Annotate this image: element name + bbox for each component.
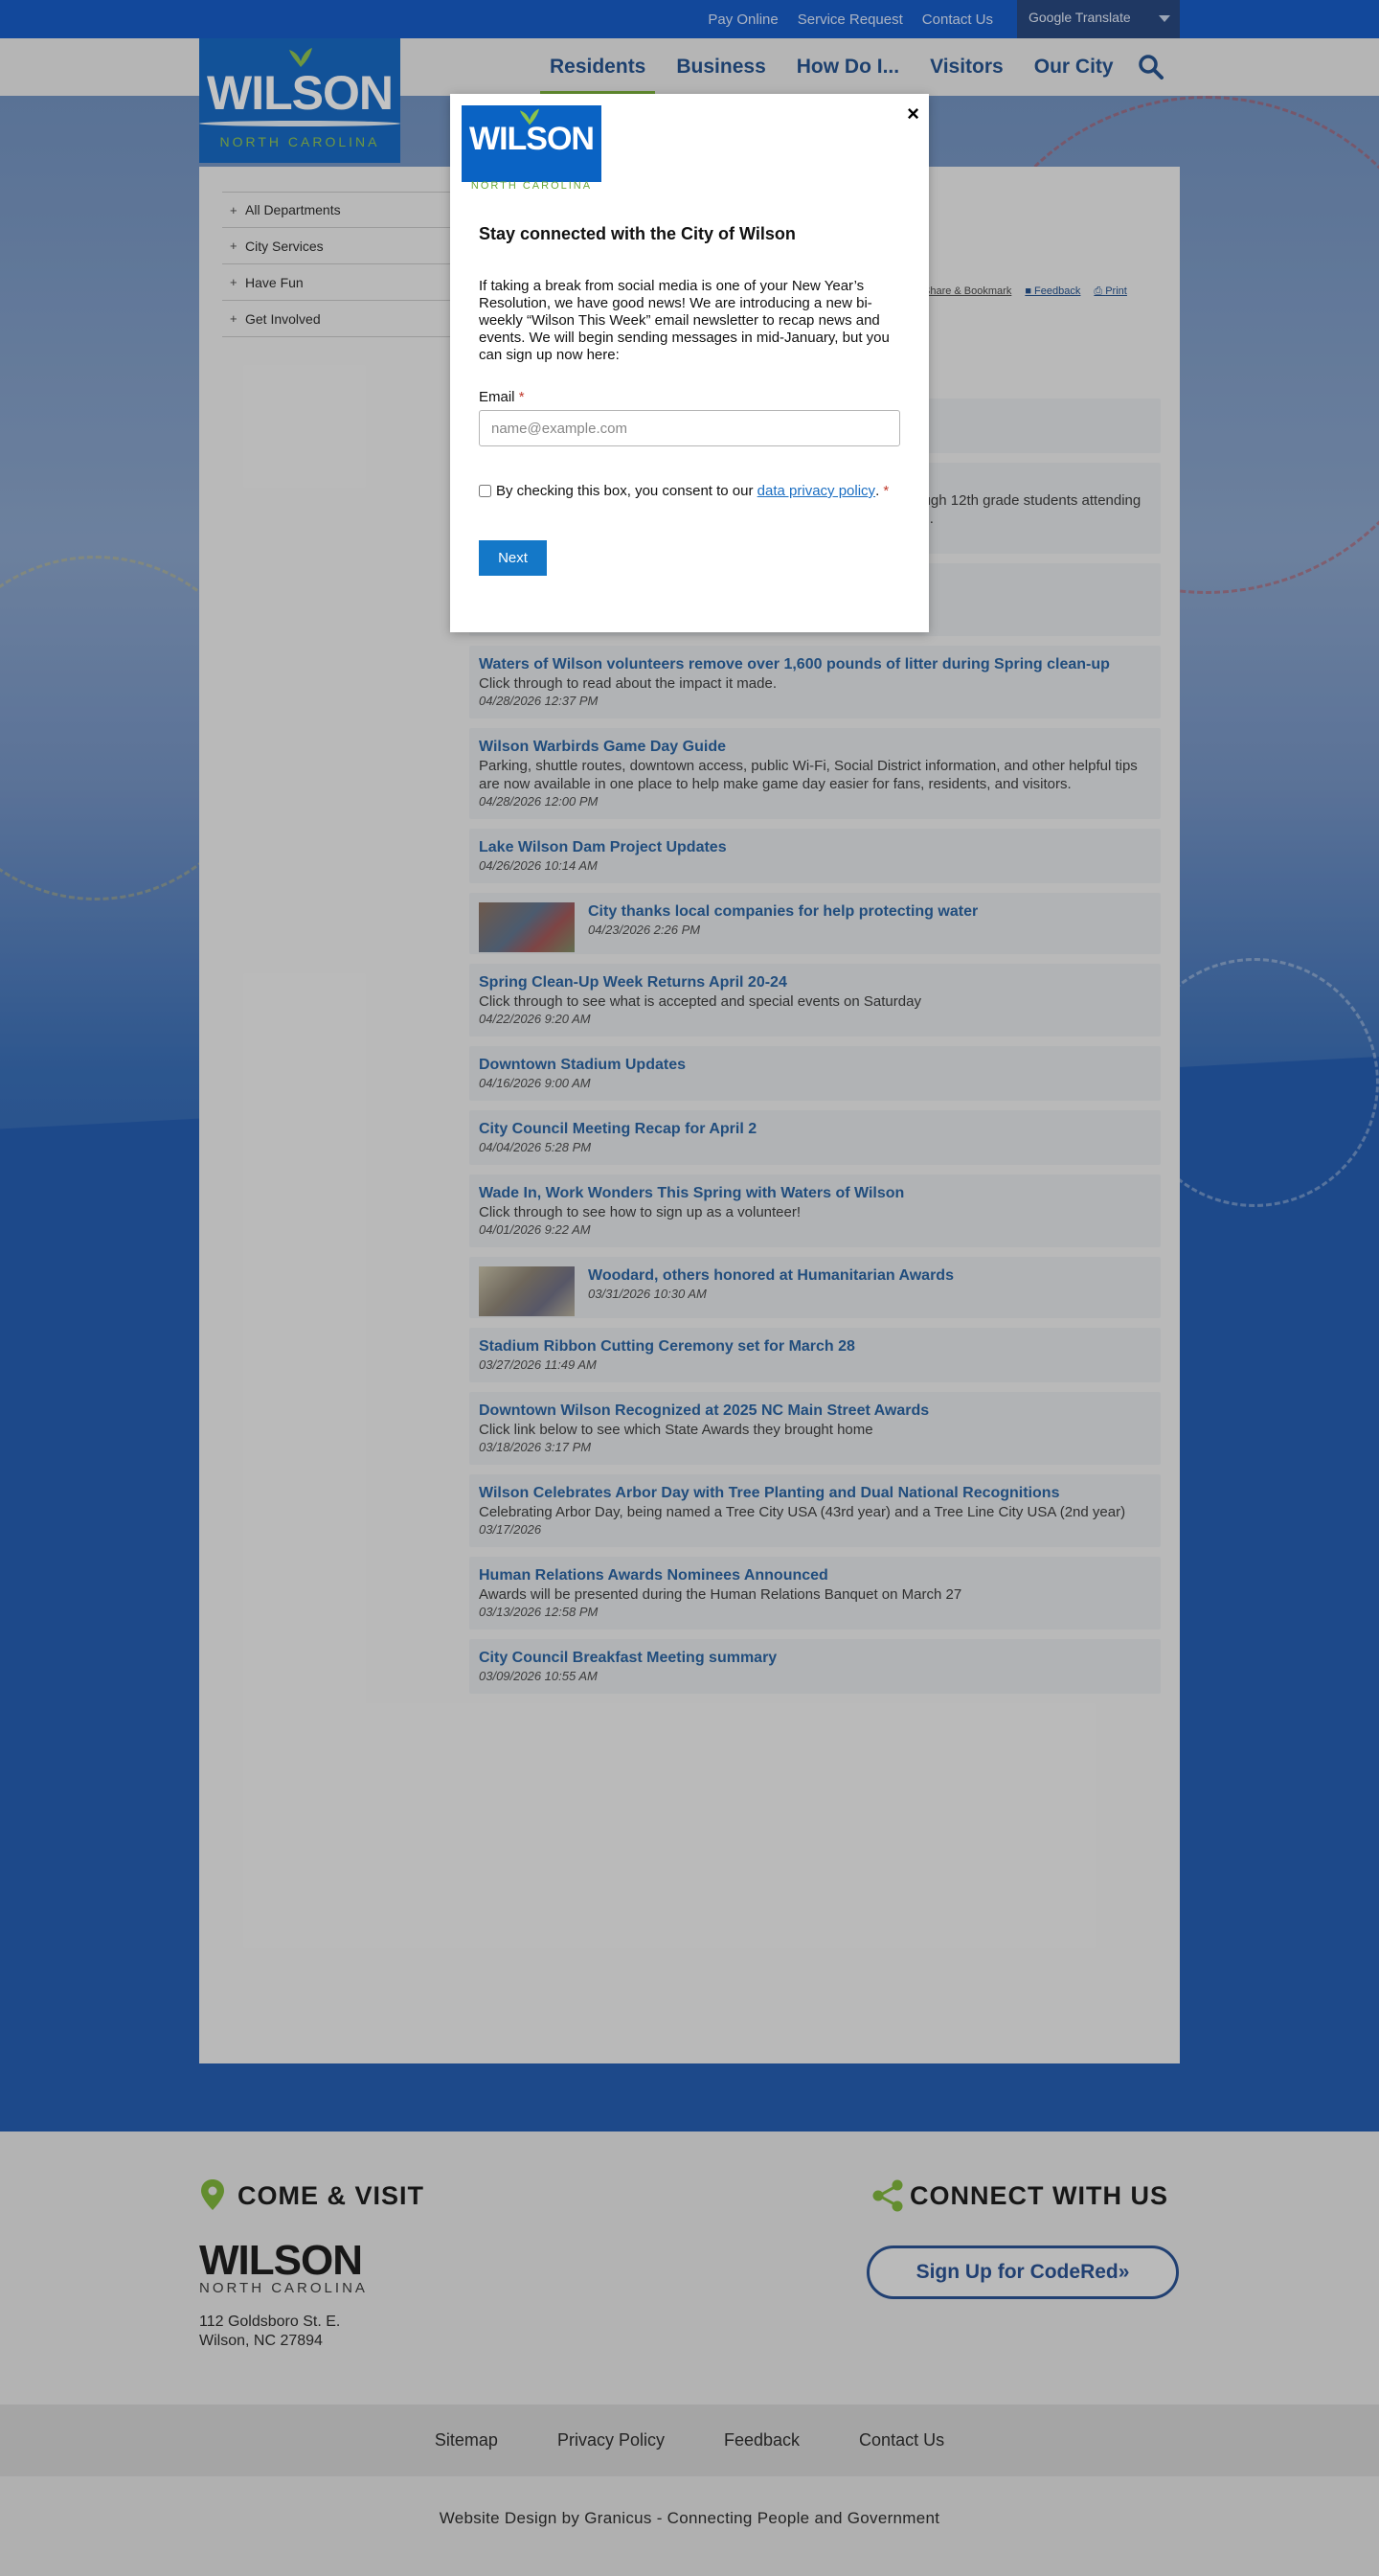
modal-logo-wordmark: WILSON [469,121,595,157]
email-field[interactable] [479,410,900,446]
modal-heading: Stay connected with the City of Wilson [479,224,796,243]
required-mark: * [883,483,890,499]
close-icon[interactable]: × [907,102,919,126]
required-mark: * [518,389,525,405]
privacy-policy-link[interactable]: data privacy policy [757,483,875,499]
next-button[interactable]: Next [479,540,547,576]
email-label-text: Email [479,389,515,405]
email-label: Email * [479,389,525,405]
consent-row: By checking this box, you consent to our… [479,483,889,499]
modal-logo: WILSON NORTH CAROLINA [462,105,601,192]
consent-text: By checking this box, you consent to our [496,483,754,499]
newsletter-modal: × WILSON NORTH CAROLINA Stay connected w… [450,94,929,632]
modal-intro: If taking a break from social media is o… [479,278,890,363]
modal-logo-sub: NORTH CAROLINA [470,180,593,192]
consent-checkbox[interactable] [479,485,491,497]
consent-suffix: . [875,483,880,499]
